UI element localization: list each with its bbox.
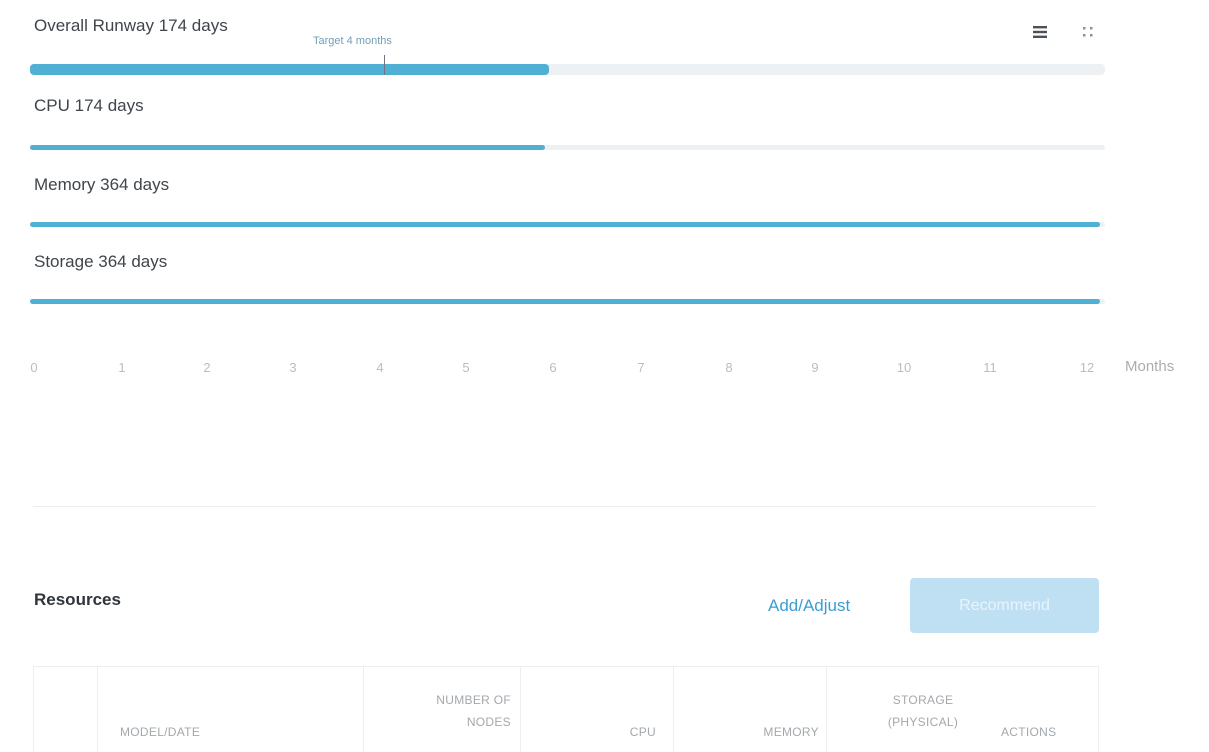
memory-runway-bar (30, 222, 1100, 227)
grid-icon (1083, 27, 1093, 37)
axis-tick: 10 (896, 360, 912, 375)
memory-runway-track (30, 222, 1105, 227)
cpu-runway-track (30, 145, 1105, 150)
column-header-cpu[interactable]: CPU (520, 721, 656, 743)
axis-tick: 1 (118, 360, 126, 375)
memory-runway-label: Memory 364 days (34, 175, 170, 194)
axis-tick: 8 (725, 360, 733, 375)
column-header-nodes-line1: NUMBER OF (436, 693, 511, 707)
storage-runway-label: Storage 364 days (34, 252, 168, 271)
axis-tick: 2 (203, 360, 211, 375)
runway-panel: Overall Runway 174 days Target 4 months … (0, 0, 1209, 400)
axis-unit-label: Months (1125, 358, 1175, 375)
column-divider (33, 667, 34, 752)
cpu-runway-label: CPU 174 days (34, 96, 144, 115)
target-marker (384, 55, 385, 75)
storage-runway-track (30, 299, 1105, 304)
column-divider (826, 667, 827, 752)
column-header-actions[interactable]: ACTIONS (1001, 721, 1056, 743)
resources-table: MODEL/DATE NUMBER OF NODES CPU MEMORY ST… (33, 666, 1099, 752)
section-divider (33, 506, 1096, 507)
axis-tick: 5 (462, 360, 470, 375)
axis-tick: 11 (983, 360, 997, 375)
cpu-runway-bar (30, 145, 545, 150)
axis-tick: 12 (1079, 360, 1095, 375)
add-adjust-button[interactable]: Add/Adjust (768, 596, 850, 616)
list-icon (1033, 26, 1047, 38)
storage-runway-bar (30, 299, 1100, 304)
axis-tick: 0 (30, 360, 38, 375)
column-header-storage-line1: STORAGE (892, 693, 954, 707)
axis-tick: 7 (637, 360, 645, 375)
axis-tick: 9 (811, 360, 819, 375)
list-view-button[interactable] (1030, 22, 1050, 42)
column-header-nodes[interactable]: NUMBER OF NODES (363, 689, 511, 733)
overall-runway-bar (30, 64, 550, 75)
column-header-memory[interactable]: MEMORY (673, 721, 819, 743)
column-header-model-date[interactable]: MODEL/DATE (120, 721, 200, 743)
axis-tick: 3 (289, 360, 297, 375)
overall-runway-track (30, 64, 1105, 75)
grid-view-button[interactable] (1078, 22, 1098, 42)
overall-runway-label: Overall Runway 174 days (34, 16, 228, 35)
target-label: Target 4 months (313, 35, 392, 47)
recommend-button[interactable]: Recommend (910, 578, 1099, 633)
column-header-nodes-line2: NODES (466, 715, 511, 729)
axis-tick: 6 (549, 360, 557, 375)
axis-tick: 4 (376, 360, 384, 375)
column-divider (1098, 667, 1099, 752)
resources-title: Resources (34, 590, 121, 609)
column-divider (97, 667, 98, 752)
column-header-storage[interactable]: STORAGE (PHYSICAL) (863, 689, 983, 733)
column-header-storage-line2: (PHYSICAL) (887, 715, 959, 729)
